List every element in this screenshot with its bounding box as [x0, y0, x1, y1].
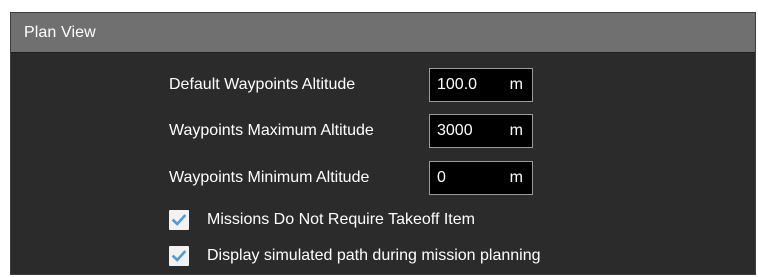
- checkmark-icon: [171, 214, 187, 226]
- default-waypoints-altitude-field[interactable]: 100.0 m: [429, 68, 533, 102]
- default-waypoints-altitude-label: Default Waypoints Altitude: [169, 76, 356, 93]
- waypoints-minimum-altitude-label: Waypoints Minimum Altitude: [169, 169, 370, 186]
- display-simulated-path-checkbox[interactable]: [169, 246, 189, 266]
- waypoints-maximum-altitude-value[interactable]: 3000: [437, 122, 473, 140]
- missions-no-takeoff-checkbox[interactable]: [169, 210, 189, 230]
- waypoints-maximum-altitude-unit: m: [509, 122, 523, 139]
- plan-view-panel: Plan View Default Waypoints Altitude 100…: [10, 12, 756, 275]
- waypoints-minimum-altitude-field[interactable]: 0 m: [429, 161, 533, 195]
- display-simulated-path-checkbox-row[interactable]: Display simulated path during mission pl…: [169, 244, 541, 268]
- panel-header: Plan View: [11, 13, 755, 53]
- default-waypoints-altitude-value[interactable]: 100.0: [437, 76, 477, 94]
- waypoints-minimum-altitude-row: Waypoints Minimum Altitude: [169, 163, 369, 193]
- display-simulated-path-label: Display simulated path during mission pl…: [207, 247, 541, 264]
- waypoints-minimum-altitude-value[interactable]: 0: [437, 169, 446, 187]
- waypoints-minimum-altitude-unit: m: [509, 169, 523, 186]
- missions-no-takeoff-checkbox-row[interactable]: Missions Do Not Require Takeoff Item: [169, 208, 475, 232]
- waypoints-maximum-altitude-label: Waypoints Maximum Altitude: [169, 122, 374, 139]
- checkmark-icon: [171, 250, 187, 262]
- default-waypoints-altitude-row: Default Waypoints Altitude: [169, 70, 355, 100]
- default-waypoints-altitude-unit: m: [509, 76, 523, 93]
- panel-title: Plan View: [24, 23, 96, 41]
- waypoints-maximum-altitude-field[interactable]: 3000 m: [429, 114, 533, 148]
- waypoints-maximum-altitude-row: Waypoints Maximum Altitude: [169, 116, 374, 146]
- missions-no-takeoff-label: Missions Do Not Require Takeoff Item: [207, 211, 475, 228]
